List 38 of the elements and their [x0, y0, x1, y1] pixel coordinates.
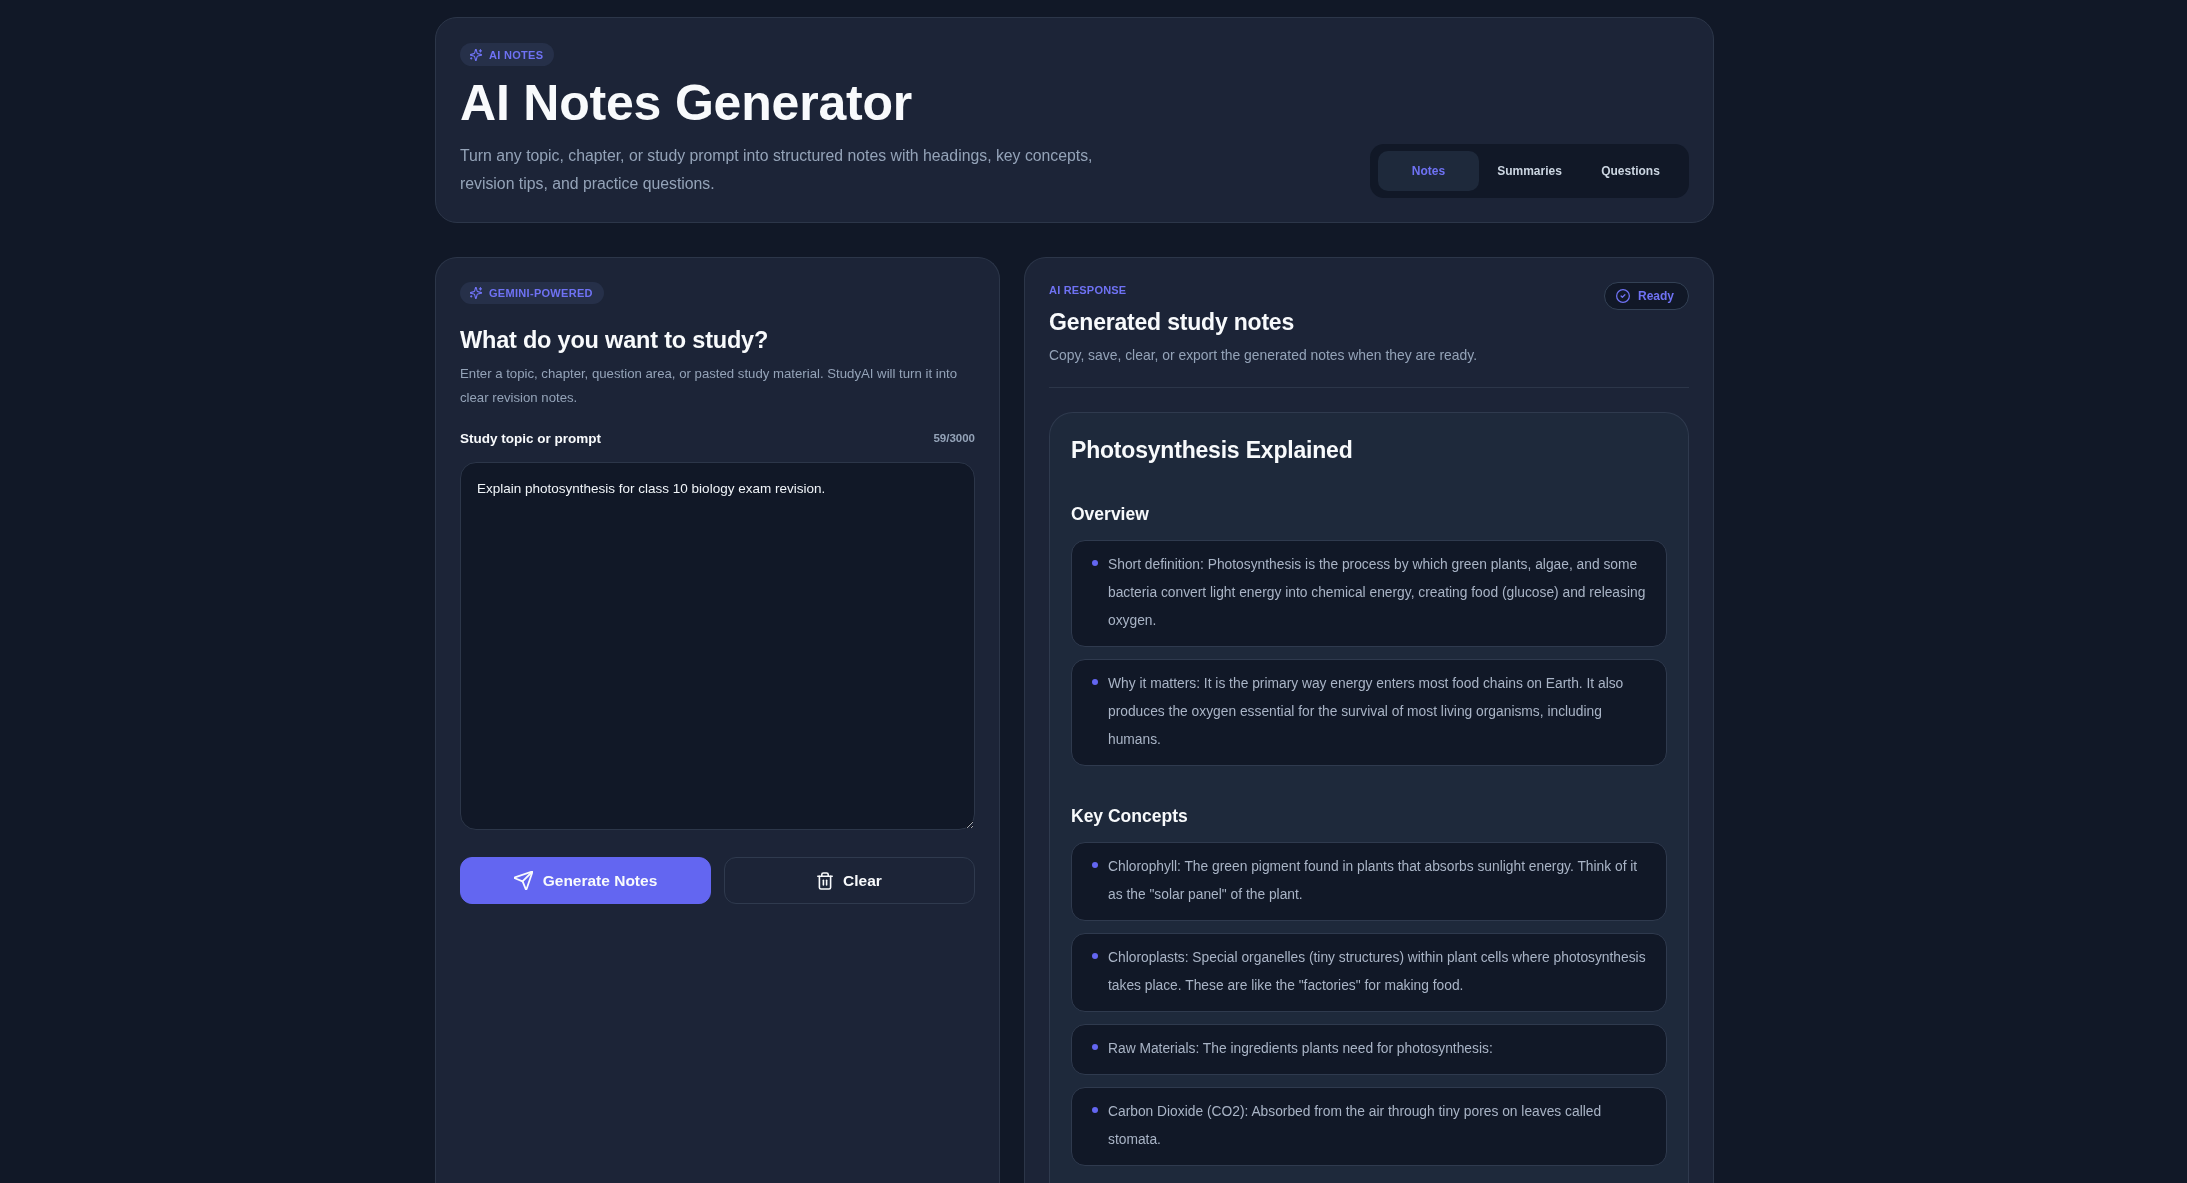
- note-text: Chloroplasts: Special organelles (tiny structures) within plant cells where photosynthesis takes place. These are like the "factories" for making food.: [1108, 949, 1647, 995]
- sparkle-icon: [470, 48, 482, 61]
- panel-title: What do you want to study?: [460, 326, 769, 355]
- note-text: Chlorophyll: The green pigment found in plants that absorbs sunlight energy. Think of it as the "solar panel" of the plant.: [1108, 858, 1639, 904]
- paper-plane-icon: [513, 871, 533, 890]
- note-text: Carbon Dioxide (CO2): Absorbed from the air through tiny pores on leaves called stomata.: [1108, 1103, 1603, 1149]
- bullet-dot-icon: [1092, 862, 1098, 868]
- sparkle-icon: [470, 287, 482, 299]
- bullet-dot-icon: [1092, 560, 1098, 566]
- page-title: AI Notes Generator: [460, 76, 913, 130]
- field-label: Study topic or prompt: [460, 430, 601, 446]
- bullet-dot-icon: [1092, 679, 1098, 685]
- badge-label: GEMINI-POWERED: [489, 287, 593, 299]
- note-text: Raw Materials: The ingredients plants need for photosynthesis:: [1108, 1040, 1493, 1058]
- clear-button[interactable]: Clear: [724, 857, 975, 904]
- section-eyebrow: AI RESPONSE: [1049, 283, 1128, 298]
- note-text: Why it matters: It is the primary way energy enters most food chains on Earth. It also produces the oxygen essential for the survival of most living organisms, including humans.: [1108, 675, 1625, 749]
- badge-label: AI NOTES: [489, 48, 544, 61]
- status-label: Ready: [1637, 289, 1674, 303]
- panel-title: Generated study notes: [1049, 308, 1296, 337]
- bullet-dot-icon: [1092, 953, 1098, 959]
- section-heading: Key Concepts: [1071, 805, 1189, 827]
- section-heading: Overview: [1071, 503, 1150, 525]
- check-circle-icon: [1615, 289, 1630, 303]
- prompt-field[interactable]: Explain photosynthesis for class 10 biology exam revision.: [460, 462, 975, 830]
- tab[interactable]: Notes: [1378, 151, 1479, 191]
- note-text: Short definition: Photosynthesis is the process by which green plants, algae, and some bacteria convert light energy into chemical energy, creating food (glucose) and releasing oxygen.: [1108, 556, 1647, 630]
- page-description: Turn any topic, chapter, or study prompt into structured notes with headings, key concepts, revision tips, and practice questions.: [460, 146, 1094, 194]
- tab[interactable]: Questions: [1580, 151, 1681, 191]
- trash-icon: [817, 871, 834, 890]
- character-counter: 59/3000: [933, 432, 975, 444]
- panel-description: Enter a topic, chapter, question area, or pasted study material. StudyAI will turn it into clear revision notes.: [460, 365, 958, 407]
- notes-title: Photosynthesis Explained: [1071, 436, 1354, 465]
- bullet-dot-icon: [1092, 1044, 1098, 1050]
- bullet-dot-icon: [1092, 1107, 1098, 1113]
- tab[interactable]: Summaries: [1479, 151, 1580, 191]
- generate-button[interactable]: Generate Notes: [460, 857, 711, 904]
- panel-description: Copy, save, clear, or export the generated notes when they are ready.: [1049, 346, 1478, 365]
